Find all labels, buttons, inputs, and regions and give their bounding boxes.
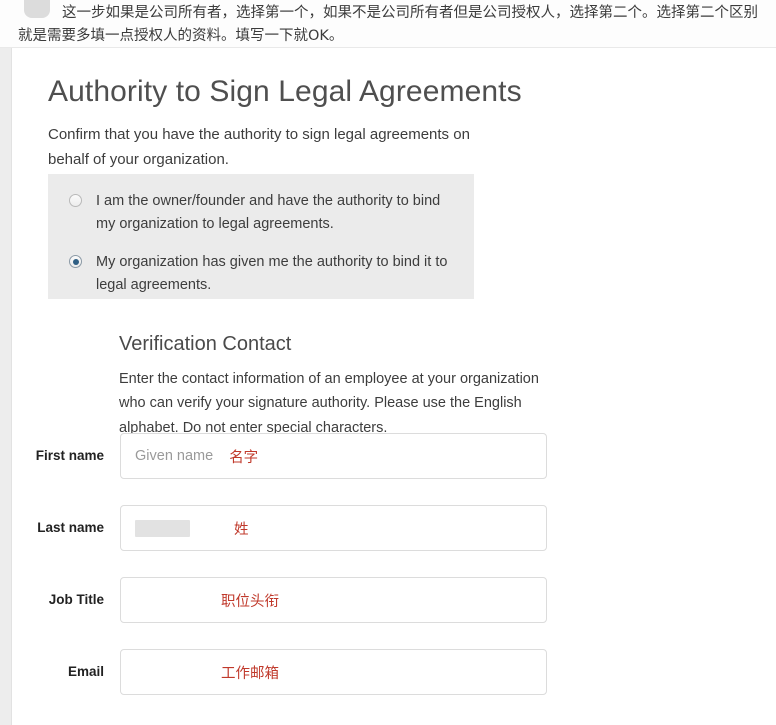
job-title-input[interactable]: 职位头衔 xyxy=(120,577,547,623)
radio-button-unselected-icon[interactable] xyxy=(69,194,82,207)
radio-option-owner-founder-label: I am the owner/founder and have the auth… xyxy=(96,193,441,232)
form-row-email: Email 工作邮箱 xyxy=(12,649,776,695)
page-title: Authority to Sign Legal Agreements xyxy=(48,75,522,109)
annotation-banner: 这一步如果是公司所有者，选择第一个，如果不是公司所有者但是公司授权人，选择第二个… xyxy=(0,0,776,48)
first-name-label: First name xyxy=(35,448,104,463)
screenshot-root: 这一步如果是公司所有者，选择第一个，如果不是公司所有者但是公司授权人，选择第二个… xyxy=(0,0,776,725)
radio-button-selected-icon[interactable] xyxy=(69,255,82,268)
last-name-input[interactable]: 姓 xyxy=(120,505,547,551)
email-label: Email xyxy=(67,664,104,679)
page-description: Confirm that you have the authority to s… xyxy=(48,126,470,168)
radio-option-granted-authority-label: My organization has given me the authori… xyxy=(96,254,448,293)
last-name-redacted-value xyxy=(135,519,190,537)
last-name-input-inner: 姓 xyxy=(121,506,546,550)
first-name-input[interactable]: Given name 名字 xyxy=(120,433,547,479)
main-content: Authority to Sign Legal Agreements Confi… xyxy=(12,48,776,725)
last-name-label: Last name xyxy=(37,520,104,535)
radio-option-granted-authority[interactable]: My organization has given me the authori… xyxy=(48,251,474,297)
verification-contact-title: Verification Contact xyxy=(119,332,292,355)
job-title-label: Job Title xyxy=(48,592,104,607)
authority-options-panel: I am the owner/founder and have the auth… xyxy=(48,174,474,299)
form-row-last-name: Last name 姓 xyxy=(12,505,776,551)
email-input[interactable]: 工作邮箱 xyxy=(120,649,547,695)
first-name-annotation: 名字 xyxy=(229,449,259,466)
first-name-placeholder: Given name xyxy=(135,448,214,464)
verification-contact-description: Enter the contact information of an empl… xyxy=(119,370,539,436)
email-annotation: 工作邮箱 xyxy=(221,665,279,682)
form-row-job-title: Job Title 职位头衔 xyxy=(12,577,776,623)
job-title-annotation: 职位头衔 xyxy=(221,593,279,610)
page-left-gutter xyxy=(0,48,11,725)
form-row-first-name: First name Given name 名字 xyxy=(12,433,776,479)
first-name-input-inner: Given name 名字 xyxy=(121,434,546,478)
radio-option-owner-founder[interactable]: I am the owner/founder and have the auth… xyxy=(48,190,474,236)
last-name-annotation: 姓 xyxy=(234,521,249,538)
email-input-inner: 工作邮箱 xyxy=(121,650,546,694)
job-title-input-inner: 职位头衔 xyxy=(121,578,546,622)
annotation-text: 这一步如果是公司所有者，选择第一个，如果不是公司所有者但是公司授权人，选择第二个… xyxy=(18,5,758,44)
